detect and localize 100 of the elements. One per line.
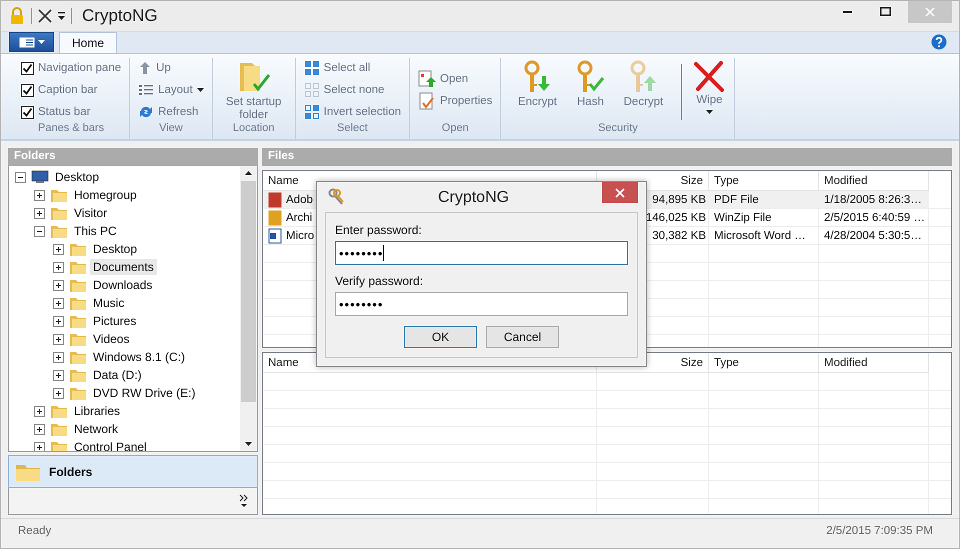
checkbox-icon[interactable] [21,62,34,74]
file-icon [268,210,282,226]
checkbox-option[interactable]: Status bar [19,102,124,122]
modified-cell: 2/5/2015 6:40:59 … [819,209,929,227]
ribbon-button[interactable]: Set startup folder [218,58,289,124]
folder-icon [69,259,87,275]
group-label: Security [597,122,639,136]
file-type-cell: WinZip File [709,209,819,227]
tree-item[interactable]: Windows 8.1 (C:) [90,349,188,365]
expand-icon[interactable] [34,190,45,200]
checkbox-option[interactable]: Caption bar [19,80,124,100]
expand-icon[interactable] [53,262,64,272]
document-arrow-icon [418,70,436,88]
minimize-icon [843,10,853,14]
checkbox-icon[interactable] [21,106,34,118]
modified-cell: 1/18/2005 8:26:3… [819,191,929,209]
tree-item[interactable]: Videos [90,331,132,347]
chevron-icon[interactable] [239,494,249,508]
tree-item[interactable]: Libraries [71,403,124,419]
tree-item[interactable]: Music [90,295,128,311]
file-list[interactable]: Name Size Type Modified [262,352,952,515]
caret-icon [38,40,44,44]
file-icon [268,228,282,244]
column-header[interactable]: Type [709,171,819,191]
ribbon-button[interactable]: Hash [571,58,610,111]
tree-item[interactable]: Data (D:) [90,367,145,383]
close-button[interactable] [602,182,638,203]
ribbon-button[interactable]: Refresh [136,102,206,122]
expand-icon[interactable] [34,406,45,416]
folder-icon [50,403,68,419]
tree-item[interactable]: Control Panel [71,439,150,451]
grid-icon [304,104,320,120]
file-name: Micro [286,230,314,242]
up-arrow-icon [138,61,152,75]
cross-icon [693,60,726,92]
close-icon[interactable] [38,9,52,23]
file-name: Adob [286,194,313,206]
tree-item[interactable]: Network [71,421,122,437]
expand-icon[interactable] [34,442,45,451]
ribbon-button[interactable]: Wipe [690,58,728,116]
document-check-icon [418,92,436,110]
folder-icon [50,421,68,437]
dialog-button[interactable]: OK [404,326,477,348]
tree-item[interactable]: Documents [90,259,157,275]
folder-icon [69,241,87,257]
expand-icon[interactable] [53,244,64,254]
expand-icon[interactable] [53,334,64,344]
column-header[interactable]: Modified [819,353,929,373]
column-header[interactable]: Modified [819,171,929,191]
ribbon-button[interactable]: Invert selection [302,102,404,122]
tree-item[interactable]: Pictures [90,313,140,329]
dialog-button[interactable]: Cancel [486,326,559,348]
ribbon-button[interactable]: Up [136,58,206,78]
tree-item[interactable]: Homegroup [71,187,140,203]
tree-item[interactable]: Desktop [90,241,140,257]
scroll-up-icon [245,171,252,175]
app-menu-button[interactable] [9,32,54,52]
tree-item[interactable]: Visitor [71,205,110,221]
expand-icon[interactable] [53,388,64,398]
password-field[interactable]: •••••••• [335,292,628,316]
ribbon-button[interactable]: Open [416,70,494,88]
folder-icon [50,205,68,221]
ribbon-button[interactable]: Layout [136,80,206,100]
folder-icon [69,349,87,365]
collapse-icon[interactable] [34,226,45,236]
expand-icon[interactable] [34,424,45,434]
folder-icon [69,385,87,401]
tree-item[interactable]: Downloads [90,277,156,293]
group-label: Panes & bars [37,122,106,136]
expand-icon[interactable] [53,316,64,326]
status-time: 2/5/2015 7:09:35 PM [826,525,933,537]
expand-icon[interactable] [34,208,45,218]
modified-cell: 4/28/2004 5:30:5… [819,227,929,245]
dropdown-caret-icon[interactable] [58,12,65,20]
tree-item[interactable]: Desktop [52,169,102,185]
tree-item[interactable]: DVD RW Drive (E:) [90,385,198,401]
tree-item[interactable]: This PC [71,223,120,239]
password-field[interactable]: •••••••• [335,241,628,265]
file-type-cell: PDF File [709,191,819,209]
ribbon-button[interactable]: Select all [302,58,404,78]
checkbox-option[interactable]: Navigation pane [19,58,124,78]
checkbox-icon[interactable] [21,84,34,96]
folders-button[interactable]: Folders [8,455,258,488]
expand-icon[interactable] [53,280,64,290]
dialog-title: CryptoNG [436,189,510,207]
expand-icon[interactable] [53,298,64,308]
ribbon-button[interactable]: Encrypt [507,58,568,111]
collapse-icon[interactable] [15,172,26,182]
ribbon-tab[interactable]: Home [59,32,118,53]
folder-icon [50,439,68,451]
close-icon [615,188,625,198]
ribbon-button[interactable]: Properties [416,92,494,110]
expand-icon[interactable] [53,352,64,362]
help-icon[interactable] [931,34,947,50]
folder-icon [50,187,68,203]
keys-icon [327,188,345,206]
scrollbar[interactable] [240,166,257,451]
column-header[interactable]: Type [709,353,819,373]
expand-icon[interactable] [53,370,64,380]
refresh-icon [138,104,154,120]
